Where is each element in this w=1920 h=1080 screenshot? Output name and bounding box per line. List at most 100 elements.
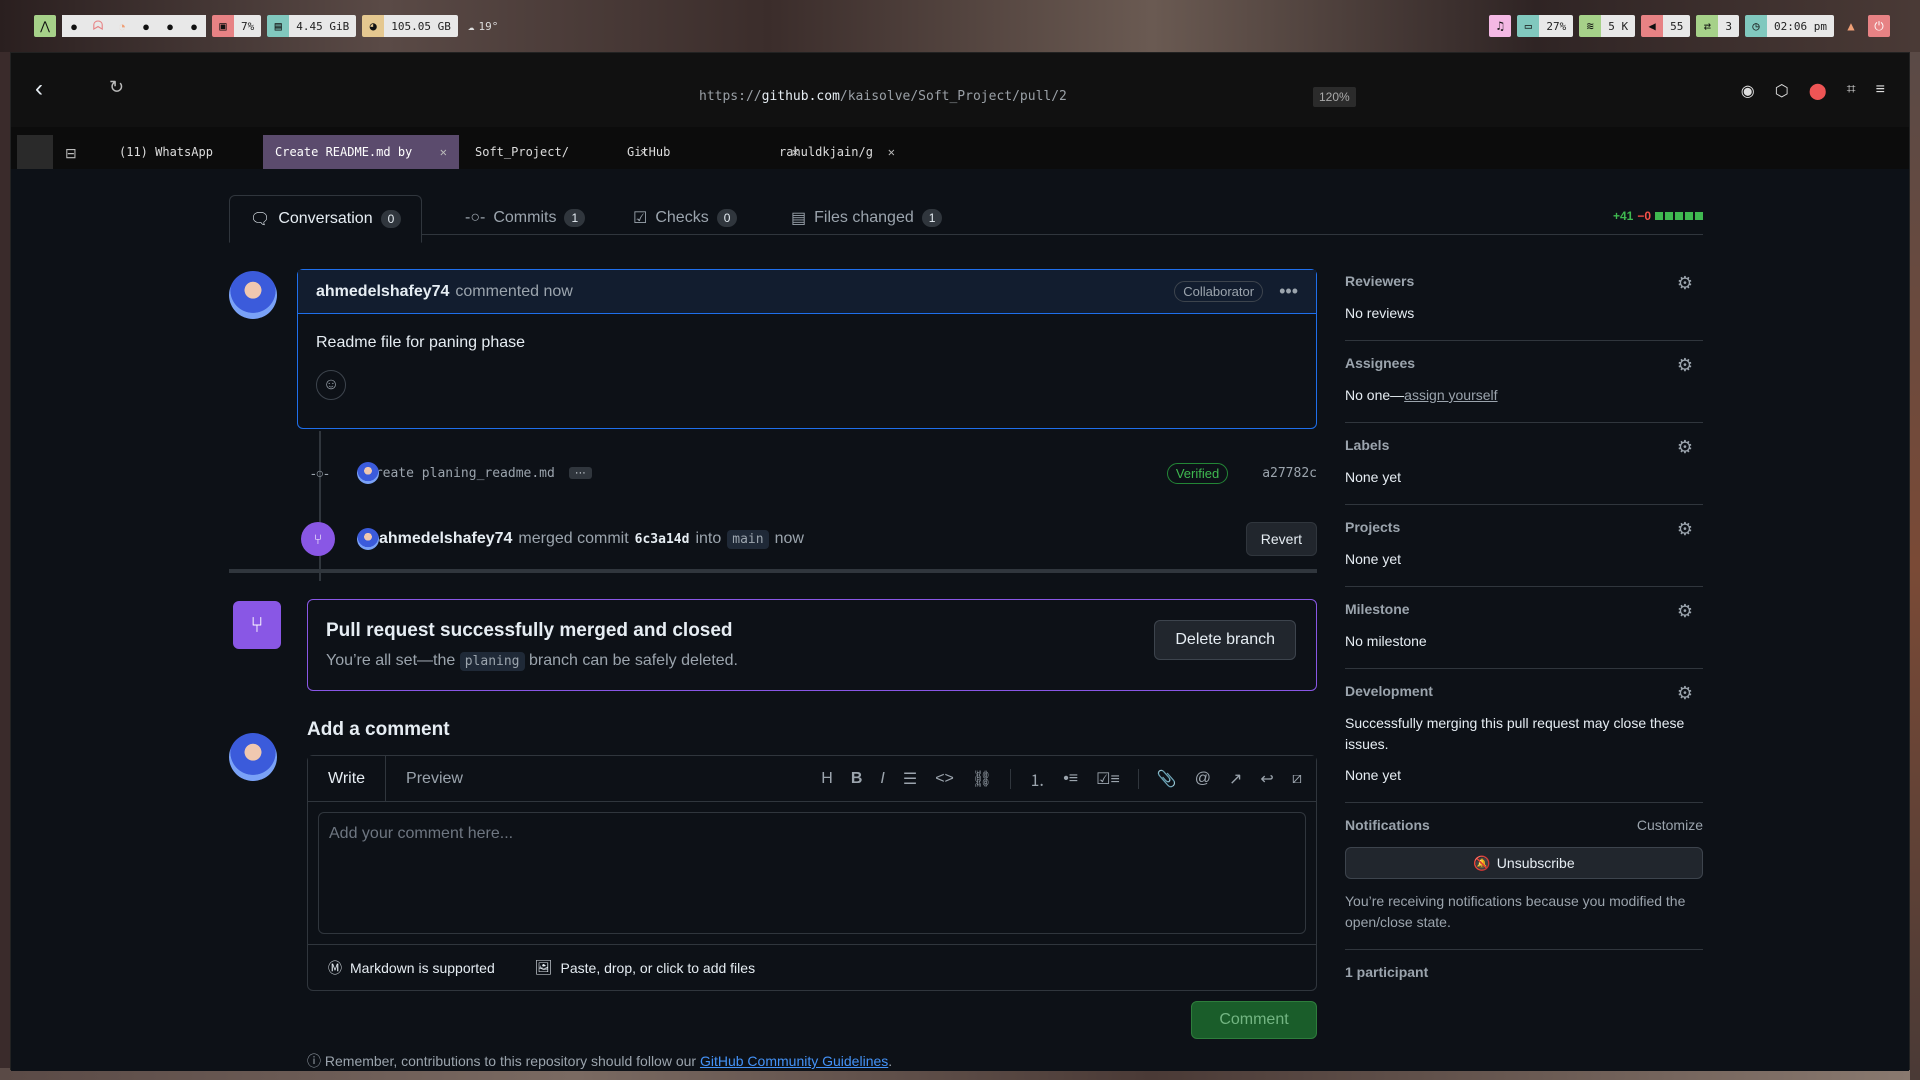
quote-icon[interactable]: ☰: [903, 769, 917, 789]
revert-button[interactable]: Revert: [1245, 522, 1317, 556]
memory-widget: ▤ 4.45 GiB: [267, 15, 357, 37]
development-section: Development ⚙ Successfully merging this …: [1345, 669, 1703, 803]
merge-author-link[interactable]: ahmedelshafey74: [379, 530, 512, 548]
arch-icon: ⋀: [34, 15, 56, 37]
workspace-dot-icon[interactable]: ●: [134, 15, 158, 37]
notifications-section: Notifications Customize 🔕 Unsubscribe You…: [1345, 803, 1703, 950]
base-branch-label[interactable]: main: [727, 529, 769, 549]
music-icon: ♫: [1489, 15, 1512, 37]
gear-icon[interactable]: ⚙: [1677, 601, 1693, 622]
network-widget[interactable]: ≋ 5 K: [1579, 15, 1636, 37]
assign-yourself-link[interactable]: assign yourself: [1404, 387, 1497, 403]
tab-checks[interactable]: ☑ Checks 0: [633, 195, 738, 241]
head-branch-label: planing: [459, 652, 525, 671]
paperclip-icon[interactable]: 📎: [1157, 769, 1177, 789]
avatar[interactable]: [229, 271, 277, 319]
ghost-icon[interactable]: ᗣ: [86, 15, 110, 37]
workspace-dot-icon[interactable]: ●: [182, 15, 206, 37]
kebab-menu-icon[interactable]: •••: [1279, 281, 1298, 302]
gear-icon[interactable]: ⚙: [1677, 519, 1693, 540]
merge-event: ⑂ ahmedelshafey74 merged commit 6c3a14d …: [301, 519, 1317, 559]
power-button[interactable]: ⏻: [1868, 15, 1890, 37]
code-icon[interactable]: <>: [935, 770, 954, 788]
gear-icon[interactable]: ⚙: [1677, 683, 1693, 704]
tab-conversation[interactable]: 🗨 Conversation 0: [229, 195, 423, 243]
gear-icon[interactable]: ⚙: [1677, 273, 1693, 294]
comment-submit-button[interactable]: Comment: [1191, 1001, 1317, 1039]
back-arrow-icon[interactable]: ‹: [35, 75, 43, 103]
unordered-list-icon[interactable]: •≡: [1063, 770, 1078, 788]
reload-icon[interactable]: ↻: [109, 77, 124, 98]
volume-widget[interactable]: ◀ 55: [1641, 15, 1691, 37]
italic-icon[interactable]: I: [880, 770, 884, 788]
address-field[interactable]: https://github.com/kaisolve/Soft_Project…: [699, 89, 1067, 104]
comment-textarea[interactable]: Add your comment here...: [318, 812, 1306, 934]
close-icon[interactable]: ✕: [888, 145, 895, 159]
launcher-button[interactable]: ⋀: [34, 15, 56, 37]
conversation-icon: 🗨: [250, 211, 271, 228]
shield-icon[interactable]: ⬤: [1809, 81, 1827, 101]
close-icon[interactable]: ✕: [440, 145, 447, 159]
pr-comment: ahmedelshafey74 commented now Collaborat…: [297, 269, 1317, 429]
workspace-switcher[interactable]: ● ᗣ ◔ ● ● ●: [62, 15, 206, 37]
tab-commits[interactable]: -○- Commits 1: [465, 195, 586, 241]
bold-icon[interactable]: B: [851, 770, 863, 788]
workspace-dot-icon[interactable]: ●: [158, 15, 182, 37]
url-bar: ‹ ↻ https://github.com/kaisolve/Soft_Pro…: [11, 53, 1909, 127]
reply-icon[interactable]: ↩: [1260, 769, 1273, 789]
info-icon: ⓘ: [307, 1053, 321, 1069]
cross-reference-icon[interactable]: ↗: [1229, 769, 1242, 789]
tab-preview[interactable]: Preview: [386, 756, 483, 801]
crop-icon[interactable]: ⌗: [1847, 81, 1856, 101]
extensions-icon[interactable]: ⬡: [1775, 81, 1789, 101]
media-widget[interactable]: ♫: [1489, 15, 1512, 37]
merge-commit-link[interactable]: 6c3a14d: [635, 532, 690, 547]
mention-icon[interactable]: @: [1195, 770, 1211, 788]
verified-badge[interactable]: Verified: [1166, 462, 1229, 484]
checklist-icon: ☑: [633, 210, 648, 227]
task-list-icon[interactable]: ☑≡: [1096, 769, 1120, 789]
comment-author-link[interactable]: ahmedelshafey74: [316, 283, 449, 301]
slash-command-icon[interactable]: ⧄: [1292, 770, 1302, 788]
commit-icon: -○-: [311, 465, 329, 481]
vlc-icon[interactable]: ▲: [1840, 15, 1862, 37]
avatar[interactable]: [357, 462, 379, 484]
commit-message-link[interactable]: Create planing_readme.md: [367, 466, 555, 481]
avatar[interactable]: [229, 733, 277, 781]
markdown-toolbar: H B I ☰ <> ⛓ ⒈ •≡ ☑≡ 📎 @ ↗ ↩ ⧄: [821, 756, 1316, 801]
comment-header: ahmedelshafey74 commented now Collaborat…: [298, 270, 1316, 314]
editor-footer: Ⓜ Markdown is supported 🖼 Paste, drop, or …: [308, 944, 1316, 990]
tab-create-readme[interactable]: Create README.md by ✕: [263, 135, 459, 169]
ordered-list-icon[interactable]: ⒈: [1029, 767, 1045, 791]
gear-icon[interactable]: ⚙: [1677, 355, 1693, 376]
clock-icon: ◷: [1745, 15, 1768, 37]
expand-commit-button[interactable]: ···: [568, 467, 592, 479]
add-reaction-icon[interactable]: ☺: [316, 370, 346, 400]
desktop-wallpaper-right: [1910, 52, 1920, 1080]
menu-icon[interactable]: ≡: [1876, 81, 1885, 101]
delete-branch-button[interactable]: Delete branch: [1154, 620, 1296, 660]
tab-files-changed[interactable]: ▤ Files changed 1: [791, 195, 943, 241]
customize-link[interactable]: Customize: [1637, 817, 1703, 833]
tab-rahuldkjain[interactable]: rahuldkjain/g ✕: [767, 135, 907, 169]
system-status-bar: ⋀ ● ᗣ ◔ ● ● ● ▣ 7% ▤ 4.45 GiB ◕ 105.05 GB ☁…: [34, 14, 1890, 38]
avatar[interactable]: [357, 528, 379, 550]
zoom-indicator[interactable]: 120%: [1313, 87, 1356, 107]
updates-widget[interactable]: ⇄ 3: [1696, 15, 1740, 37]
guidelines-link[interactable]: GitHub Community Guidelines: [700, 1053, 888, 1069]
battery-widget: ▭ 27%: [1517, 15, 1574, 37]
heading-icon[interactable]: H: [821, 770, 833, 788]
unsubscribe-button[interactable]: 🔕 Unsubscribe: [1345, 847, 1703, 879]
account-icon[interactable]: ◉: [1741, 81, 1755, 101]
memory-icon: ▤: [267, 15, 290, 37]
commit-sha-link[interactable]: a27782c: [1262, 466, 1317, 481]
tab-write[interactable]: Write: [308, 756, 387, 801]
link-icon[interactable]: ⛓: [972, 769, 992, 789]
archive-icon[interactable]: ⊟: [65, 145, 77, 162]
power-icon: ⏻: [1868, 15, 1890, 37]
markdown-link[interactable]: Ⓜ Markdown is supported: [328, 958, 495, 978]
attach-files-button[interactable]: 🖼 Paste, drop, or click to add files: [535, 959, 755, 976]
pacman-icon[interactable]: ◔: [110, 15, 134, 37]
workspace-dot-icon[interactable]: ●: [62, 15, 86, 37]
gear-icon[interactable]: ⚙: [1677, 437, 1693, 458]
